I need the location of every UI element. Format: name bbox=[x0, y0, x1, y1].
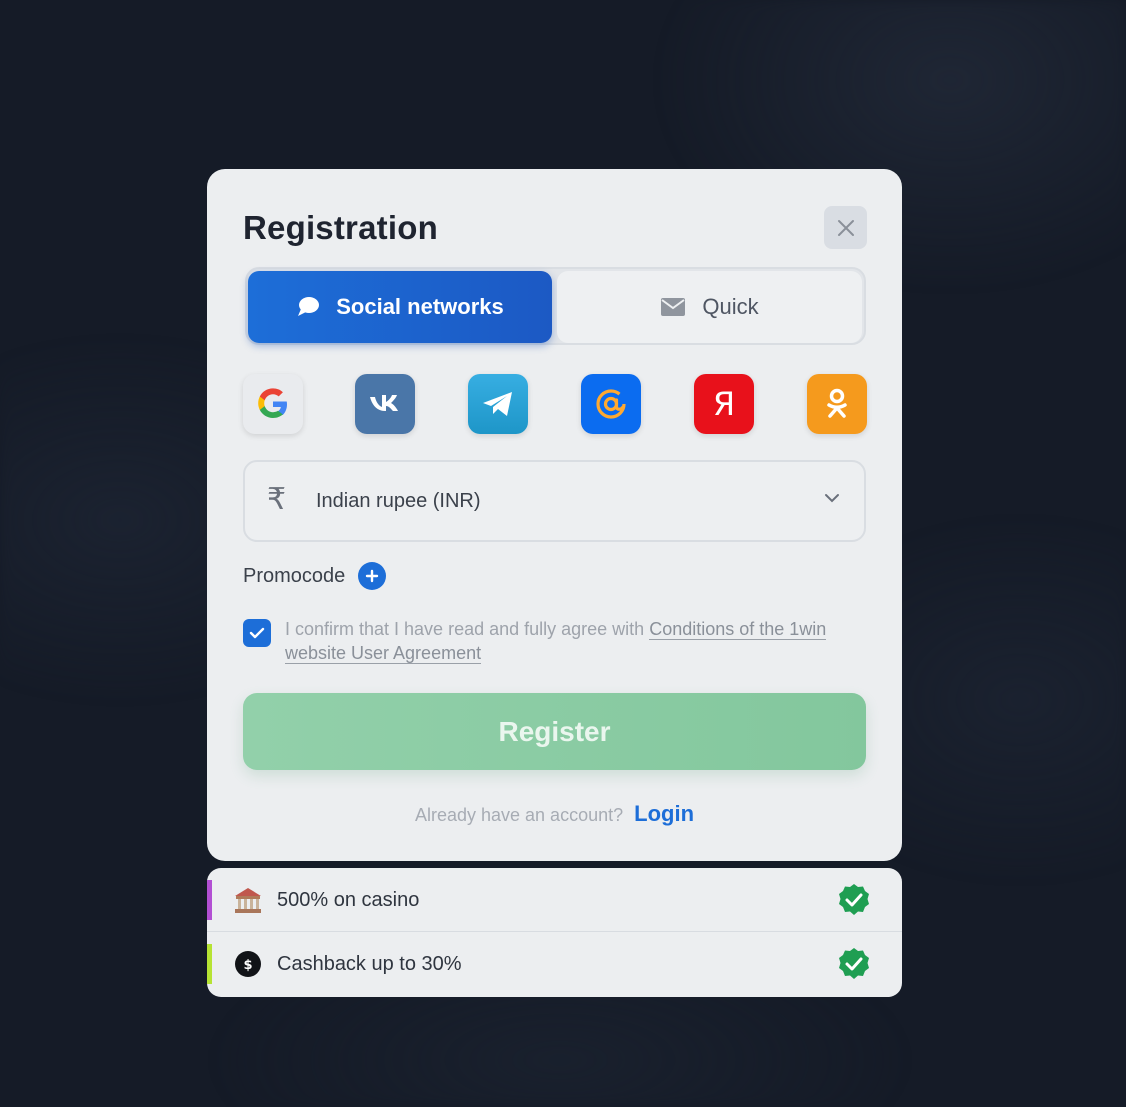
telegram-icon bbox=[483, 392, 512, 416]
close-button[interactable] bbox=[824, 206, 867, 249]
agreement-text: I confirm that I have read and fully agr… bbox=[285, 617, 845, 665]
tab-label: Quick bbox=[702, 294, 759, 319]
registration-modal: Registration Social networks Quick Я ₹ I… bbox=[207, 169, 902, 861]
tab-label: Social networks bbox=[336, 294, 504, 319]
vk-icon bbox=[370, 395, 398, 411]
rupee-icon: ₹ bbox=[267, 483, 287, 516]
promocode-label: Promocode bbox=[243, 564, 346, 587]
currency-value: Indian rupee (INR) bbox=[316, 490, 481, 512]
casino-building-icon bbox=[235, 888, 261, 913]
cashback-coin-icon: $ bbox=[235, 951, 261, 977]
agreement-checkbox[interactable] bbox=[243, 619, 271, 647]
tab-social-networks[interactable]: Social networks bbox=[248, 271, 552, 343]
promocode-toggle[interactable]: Promocode bbox=[243, 562, 387, 590]
tab-quick[interactable]: Quick bbox=[557, 271, 862, 343]
login-prompt-text: Already have an account? bbox=[414, 805, 624, 825]
google-icon bbox=[258, 388, 287, 418]
mail-login-button[interactable] bbox=[581, 374, 641, 434]
vk-login-button[interactable] bbox=[355, 374, 415, 434]
registration-tabs: Social networks Quick bbox=[245, 267, 866, 345]
at-sign-icon bbox=[596, 389, 626, 419]
check-badge-icon bbox=[839, 948, 869, 979]
yandex-login-button[interactable]: Я bbox=[694, 374, 754, 434]
close-icon bbox=[837, 219, 854, 236]
bonus-item: 500% on casino bbox=[207, 868, 902, 932]
checkmark-icon bbox=[249, 627, 265, 639]
bonus-accent-bar bbox=[207, 880, 212, 920]
chat-bubble-icon bbox=[298, 297, 320, 316]
register-button[interactable]: Register bbox=[243, 693, 866, 770]
login-link[interactable]: Login bbox=[634, 801, 694, 826]
bonus-list: 500% on casino $ Cashback up to 30% bbox=[207, 868, 902, 997]
modal-title: Registration bbox=[243, 209, 438, 246]
google-login-button[interactable] bbox=[243, 374, 303, 434]
odnoklassniki-login-button[interactable] bbox=[807, 374, 867, 434]
currency-select[interactable]: ₹ Indian rupee (INR) bbox=[243, 460, 866, 542]
bonus-text: Cashback up to 30% bbox=[277, 953, 462, 975]
svg-text:$: $ bbox=[243, 958, 252, 973]
social-login-row: Я bbox=[243, 374, 867, 434]
yandex-icon: Я bbox=[712, 385, 736, 423]
bonus-text: 500% on casino bbox=[277, 889, 420, 911]
check-badge-icon bbox=[839, 884, 869, 915]
bonus-item: $ Cashback up to 30% bbox=[207, 932, 902, 996]
envelope-icon bbox=[661, 298, 686, 316]
agreement-prefix: I confirm that I have read and fully agr… bbox=[285, 619, 650, 639]
odnoklassniki-icon bbox=[827, 388, 847, 418]
chevron-down-icon bbox=[825, 494, 839, 503]
login-prompt: Already have an account? Login bbox=[207, 801, 902, 827]
plus-icon bbox=[358, 562, 387, 590]
telegram-login-button[interactable] bbox=[468, 374, 528, 434]
bonus-accent-bar bbox=[207, 944, 212, 984]
